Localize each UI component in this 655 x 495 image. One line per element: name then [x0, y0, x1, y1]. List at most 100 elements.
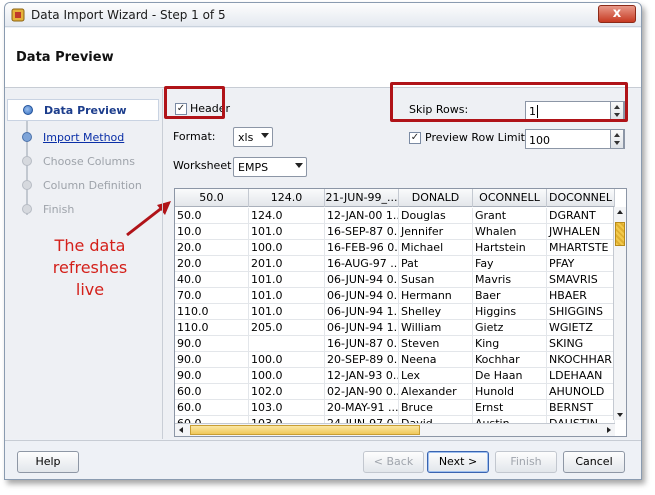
table-cell[interactable]: Baer — [473, 288, 547, 304]
table-cell[interactable]: 90.0 — [175, 336, 249, 352]
table-cell[interactable]: 06-JUN-94 0... — [325, 272, 399, 288]
column-header[interactable]: DOCONNEL — [547, 189, 615, 207]
next-button[interactable]: Next > — [427, 451, 489, 473]
table-row[interactable]: 90.0 16-JUN-87 0... Steven King SKING — [175, 336, 615, 352]
table-cell[interactable]: Bruce — [399, 400, 473, 416]
table-row[interactable]: 90.0 100.0 12-JAN-93 0... Lex De Haan LDEHAAN — [175, 368, 615, 384]
table-cell[interactable]: 124.0 — [249, 208, 325, 224]
table-cell[interactable]: WGIETZ — [547, 320, 615, 336]
table-cell[interactable]: 06-JUN-94 1... — [325, 320, 399, 336]
table-cell[interactable]: King — [473, 336, 547, 352]
table-cell[interactable]: 101.0 — [249, 304, 325, 320]
table-row[interactable]: 60.0 102.0 02-JAN-90 0... Alexander Hunold AH… — [175, 384, 615, 400]
table-cell[interactable]: 101.0 — [249, 224, 325, 240]
table-cell[interactable]: 60.0 — [175, 384, 249, 400]
table-cell[interactable]: AHUNOLD — [547, 384, 615, 400]
preview-row-limit-checkbox[interactable]: ✓ — [409, 132, 421, 144]
step-data-preview[interactable]: Data Preview — [7, 99, 159, 121]
table-cell[interactable]: William — [399, 320, 473, 336]
column-header[interactable]: 21-JUN-99_... — [325, 189, 399, 207]
table-cell[interactable]: 100.0 — [249, 352, 325, 368]
table-cell[interactable]: 10.0 — [175, 224, 249, 240]
table-cell[interactable]: Jennifer — [399, 224, 473, 240]
scroll-thumb[interactable] — [190, 425, 420, 435]
scroll-right-icon[interactable] — [607, 427, 611, 433]
table-cell[interactable]: Susan — [399, 272, 473, 288]
table-cell[interactable]: Pat — [399, 256, 473, 272]
table-row[interactable]: 110.0 205.0 06-JUN-94 1... William Gietz WGIE… — [175, 320, 615, 336]
table-cell[interactable]: NKOCHHAR — [547, 352, 615, 368]
table-cell[interactable] — [249, 336, 325, 352]
table-row[interactable]: 10.0 101.0 16-SEP-87 0... Jennifer Whalen JWH… — [175, 224, 615, 240]
table-cell[interactable]: 110.0 — [175, 304, 249, 320]
spin-down-icon[interactable] — [614, 141, 620, 145]
table-cell[interactable]: Hunold — [473, 384, 547, 400]
table-cell[interactable]: Whalen — [473, 224, 547, 240]
table-cell[interactable]: Hartstein — [473, 240, 547, 256]
spin-up-icon[interactable] — [614, 133, 620, 137]
table-cell[interactable]: 100.0 — [249, 368, 325, 384]
table-cell[interactable]: 16-SEP-87 0... — [325, 224, 399, 240]
table-cell[interactable]: 110.0 — [175, 320, 249, 336]
table-cell[interactable]: Grant — [473, 208, 547, 224]
table-cell[interactable]: Gietz — [473, 320, 547, 336]
scroll-up-icon[interactable] — [617, 210, 623, 214]
table-cell[interactable]: 16-AUG-97 ... — [325, 256, 399, 272]
table-cell[interactable]: 16-FEB-96 0... — [325, 240, 399, 256]
table-row[interactable]: 50.0 124.0 12-JAN-00 1... Douglas Grant DGRAN… — [175, 208, 615, 224]
table-cell[interactable]: 20-MAY-91 ... — [325, 400, 399, 416]
table-cell[interactable]: SKING — [547, 336, 615, 352]
table-cell[interactable]: 100.0 — [249, 240, 325, 256]
table-cell[interactable]: 205.0 — [249, 320, 325, 336]
step-import-method[interactable]: Import Method — [7, 127, 159, 149]
table-cell[interactable]: 201.0 — [249, 256, 325, 272]
scroll-down-icon[interactable] — [617, 413, 623, 417]
table-cell[interactable]: Hermann — [399, 288, 473, 304]
vertical-scrollbar[interactable] — [613, 207, 626, 420]
table-cell[interactable]: Michael — [399, 240, 473, 256]
table-cell[interactable]: 02-JAN-90 0... — [325, 384, 399, 400]
table-cell[interactable]: Steven — [399, 336, 473, 352]
table-cell[interactable]: HBAER — [547, 288, 615, 304]
table-cell[interactable]: 50.0 — [175, 208, 249, 224]
table-cell[interactable]: MHARTSTE — [547, 240, 615, 256]
data-preview-grid[interactable]: 50.0 124.0 21-JUN-99_... DONALD OCONNELL DOCO… — [174, 188, 627, 437]
table-cell[interactable]: 06-JUN-94 0... — [325, 288, 399, 304]
table-cell[interactable]: SMAVRIS — [547, 272, 615, 288]
table-cell[interactable]: 20.0 — [175, 256, 249, 272]
worksheet-select[interactable]: EMPS — [233, 157, 307, 177]
table-cell[interactable]: 102.0 — [249, 384, 325, 400]
table-cell[interactable]: JWHALEN — [547, 224, 615, 240]
table-cell[interactable]: 16-JUN-87 0... — [325, 336, 399, 352]
help-button[interactable]: Help — [17, 451, 79, 473]
table-cell[interactable]: PFAY — [547, 256, 615, 272]
preview-row-limit-spinner[interactable] — [610, 129, 624, 149]
table-cell[interactable]: LDEHAAN — [547, 368, 615, 384]
table-cell[interactable]: Neena — [399, 352, 473, 368]
table-cell[interactable]: 20.0 — [175, 240, 249, 256]
table-cell[interactable]: 06-JUN-94 1... — [325, 304, 399, 320]
table-cell[interactable]: 101.0 — [249, 288, 325, 304]
table-cell[interactable]: 103.0 — [249, 400, 325, 416]
table-row[interactable]: 20.0 100.0 16-FEB-96 0... Michael Hartstein M… — [175, 240, 615, 256]
table-cell[interactable]: Shelley — [399, 304, 473, 320]
column-header[interactable]: DONALD — [399, 189, 473, 207]
finish-button[interactable]: Finish — [495, 451, 557, 473]
table-cell[interactable]: 90.0 — [175, 368, 249, 384]
column-header[interactable]: OCONNELL — [473, 189, 547, 207]
table-row[interactable]: 90.0 100.0 20-SEP-89 0... Neena Kochhar NKOCH… — [175, 352, 615, 368]
table-cell[interactable]: 101.0 — [249, 272, 325, 288]
table-cell[interactable]: Alexander — [399, 384, 473, 400]
table-cell[interactable]: Kochhar — [473, 352, 547, 368]
table-cell[interactable]: Higgins — [473, 304, 547, 320]
table-cell[interactable]: Ernst — [473, 400, 547, 416]
scroll-thumb[interactable] — [615, 222, 625, 246]
column-header[interactable]: 124.0 — [249, 189, 325, 207]
table-cell[interactable]: Lex — [399, 368, 473, 384]
table-cell[interactable]: DGRANT — [547, 208, 615, 224]
table-row[interactable]: 20.0 201.0 16-AUG-97 ... Pat Fay PFAY — [175, 256, 615, 272]
table-cell[interactable]: 60.0 — [175, 400, 249, 416]
table-row[interactable]: 60.0 103.0 20-MAY-91 ... Bruce Ernst BERNST — [175, 400, 615, 416]
column-header[interactable]: 50.0 — [175, 189, 249, 207]
table-cell[interactable]: 20-SEP-89 0... — [325, 352, 399, 368]
